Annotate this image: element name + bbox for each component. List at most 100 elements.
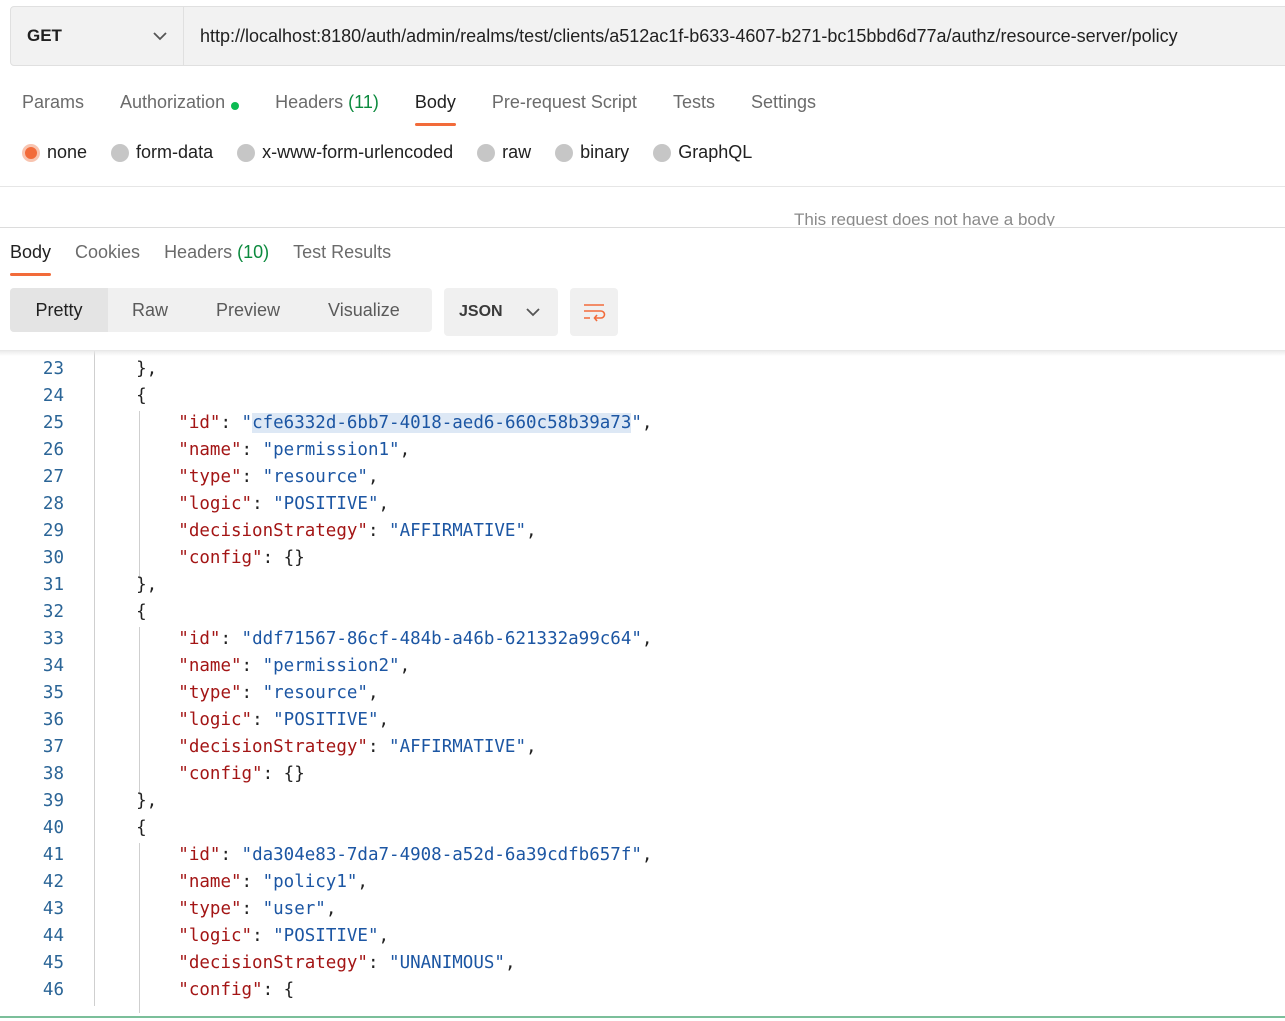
- code-line: 34 "name": "permission2",: [0, 653, 1285, 680]
- json-string-value: "permission1": [262, 440, 400, 460]
- radio-icon: [555, 143, 574, 162]
- radio-form-data[interactable]: form-data: [111, 142, 213, 163]
- response-code-viewer[interactable]: 23 }, 24 {25 "id": "cfe6332d-6bb7-4018-ae…: [0, 350, 1285, 1015]
- line-number: 36: [42, 710, 64, 730]
- json-string-value: "ddf71567-86cf-484b-a46b-621332a99c64": [241, 629, 642, 649]
- radio-label: GraphQL: [678, 142, 753, 162]
- code-text: "id": "da304e83-7da7-4908-a52d-6a39cdfb6…: [178, 845, 653, 865]
- tab-label: Body: [414, 92, 456, 112]
- line-number: 45: [42, 953, 64, 973]
- json-key: "name": [178, 872, 242, 892]
- json-brace: {}: [283, 764, 305, 784]
- code-line: 26 "name": "permission1",: [0, 437, 1285, 464]
- json-string-value: "policy1": [262, 872, 358, 892]
- code-line: 31 },: [0, 572, 1285, 599]
- radio-graphql[interactable]: GraphQL: [653, 142, 752, 163]
- line-number: 26: [42, 440, 64, 460]
- code-text: "type": "user",: [178, 899, 337, 919]
- json-brace: {: [283, 980, 295, 1000]
- code-line: 41 "id": "da304e83-7da7-4908-a52d-6a39cd…: [0, 842, 1285, 869]
- code-line: 29 "decisionStrategy": "AFFIRMATIVE",: [0, 518, 1285, 545]
- radio-label: raw: [502, 142, 532, 162]
- line-number: 33: [42, 629, 64, 649]
- code-line: 38 "config": {}: [0, 761, 1285, 788]
- json-string-value: "user": [262, 899, 326, 919]
- tab-authorization[interactable]: Authorization: [120, 86, 240, 126]
- code-text: "config": {: [178, 980, 295, 1000]
- radio-raw[interactable]: raw: [477, 142, 531, 163]
- request-url-bar: GET http://localhost:8180/auth/admin/rea…: [10, 6, 1285, 66]
- no-body-message: This request does not have a body: [794, 210, 1055, 226]
- json-key: "config": [178, 548, 263, 568]
- json-string-value: "POSITIVE": [273, 710, 379, 730]
- selected-text: cfe6332d-6bb7-4018-aed6-660c58b39a73: [252, 413, 632, 433]
- body-type-options: none form-data x-www-form-urlencoded raw…: [22, 142, 776, 163]
- radio-label: binary: [580, 142, 630, 162]
- json-key: "logic": [178, 926, 253, 946]
- tab-response-headers[interactable]: Headers (10): [164, 238, 269, 276]
- radio-none[interactable]: none: [22, 142, 87, 163]
- radio-icon: [111, 143, 130, 162]
- radio-label: none: [47, 142, 88, 162]
- tab-headers[interactable]: Headers (11): [275, 86, 379, 126]
- line-number: 42: [42, 872, 64, 892]
- code-text: "name": "permission1",: [178, 440, 411, 460]
- json-key: "type": [178, 467, 242, 487]
- json-string-value: "resource": [262, 683, 368, 703]
- json-key: "id": [178, 413, 221, 433]
- line-number: 32: [42, 602, 64, 622]
- json-key: "decisionStrategy": [178, 737, 368, 757]
- code-line: 33 "id": "ddf71567-86cf-484b-a46b-621332…: [0, 626, 1285, 653]
- code-text: "name": "policy1",: [178, 872, 368, 892]
- tab-body[interactable]: Body: [414, 86, 456, 126]
- code-line: 25 "id": "cfe6332d-6bb7-4018-aed6-660c58…: [0, 410, 1285, 437]
- tab-label: Headers: [275, 92, 344, 112]
- code-text: "decisionStrategy": "AFFIRMATIVE",: [178, 521, 537, 541]
- format-select[interactable]: JSON: [444, 288, 558, 336]
- radio-urlencoded[interactable]: x-www-form-urlencoded: [237, 142, 453, 163]
- pane-resize-handle[interactable]: [0, 227, 1285, 228]
- tab-cookies[interactable]: Cookies: [75, 238, 140, 276]
- json-key: "logic": [178, 710, 253, 730]
- json-key: "config": [178, 764, 263, 784]
- tab-label: Test Results: [293, 242, 392, 262]
- line-number: 31: [42, 575, 64, 595]
- tab-test-results[interactable]: Test Results: [293, 238, 391, 276]
- radio-icon: [237, 143, 256, 162]
- tab-settings[interactable]: Settings: [751, 86, 816, 126]
- code-text: },: [94, 575, 158, 595]
- json-key: "config": [178, 980, 263, 1000]
- tab-tests[interactable]: Tests: [673, 86, 715, 126]
- wrap-lines-button[interactable]: [570, 288, 618, 336]
- line-number: 30: [42, 548, 64, 568]
- json-string-value: "UNANIMOUS": [389, 953, 505, 973]
- url-input[interactable]: http://localhost:8180/auth/admin/realms/…: [184, 7, 1285, 65]
- code-text: {: [94, 602, 147, 622]
- line-number: 35: [42, 683, 64, 703]
- divider: [0, 186, 1285, 187]
- tab-label: Tests: [672, 92, 715, 112]
- chevron-down-icon: [153, 31, 167, 40]
- view-raw-button[interactable]: Raw: [108, 288, 192, 332]
- code-text: },: [94, 791, 158, 811]
- radio-icon: [477, 143, 496, 162]
- view-pretty-button[interactable]: Pretty: [10, 288, 108, 332]
- radio-selected-icon: [22, 143, 40, 162]
- tab-pre-request-script[interactable]: Pre-request Script: [492, 86, 637, 126]
- tab-response-body[interactable]: Body: [10, 238, 52, 276]
- tab-params[interactable]: Params: [22, 86, 84, 126]
- line-number: 27: [42, 467, 64, 487]
- code-text: "type": "resource",: [178, 467, 379, 487]
- json-key: "type": [178, 683, 242, 703]
- tab-label: Settings: [750, 92, 816, 112]
- method-select[interactable]: GET: [11, 7, 184, 65]
- radio-binary[interactable]: binary: [555, 142, 629, 163]
- view-visualize-button[interactable]: Visualize: [304, 288, 424, 332]
- line-number: 39: [42, 791, 64, 811]
- line-number: 34: [42, 656, 64, 676]
- view-preview-button[interactable]: Preview: [192, 288, 304, 332]
- tab-label: Authorization: [120, 92, 226, 112]
- tab-label: Pre-request Script: [491, 92, 637, 112]
- format-label: JSON: [459, 303, 503, 320]
- code-text: "logic": "POSITIVE",: [178, 926, 390, 946]
